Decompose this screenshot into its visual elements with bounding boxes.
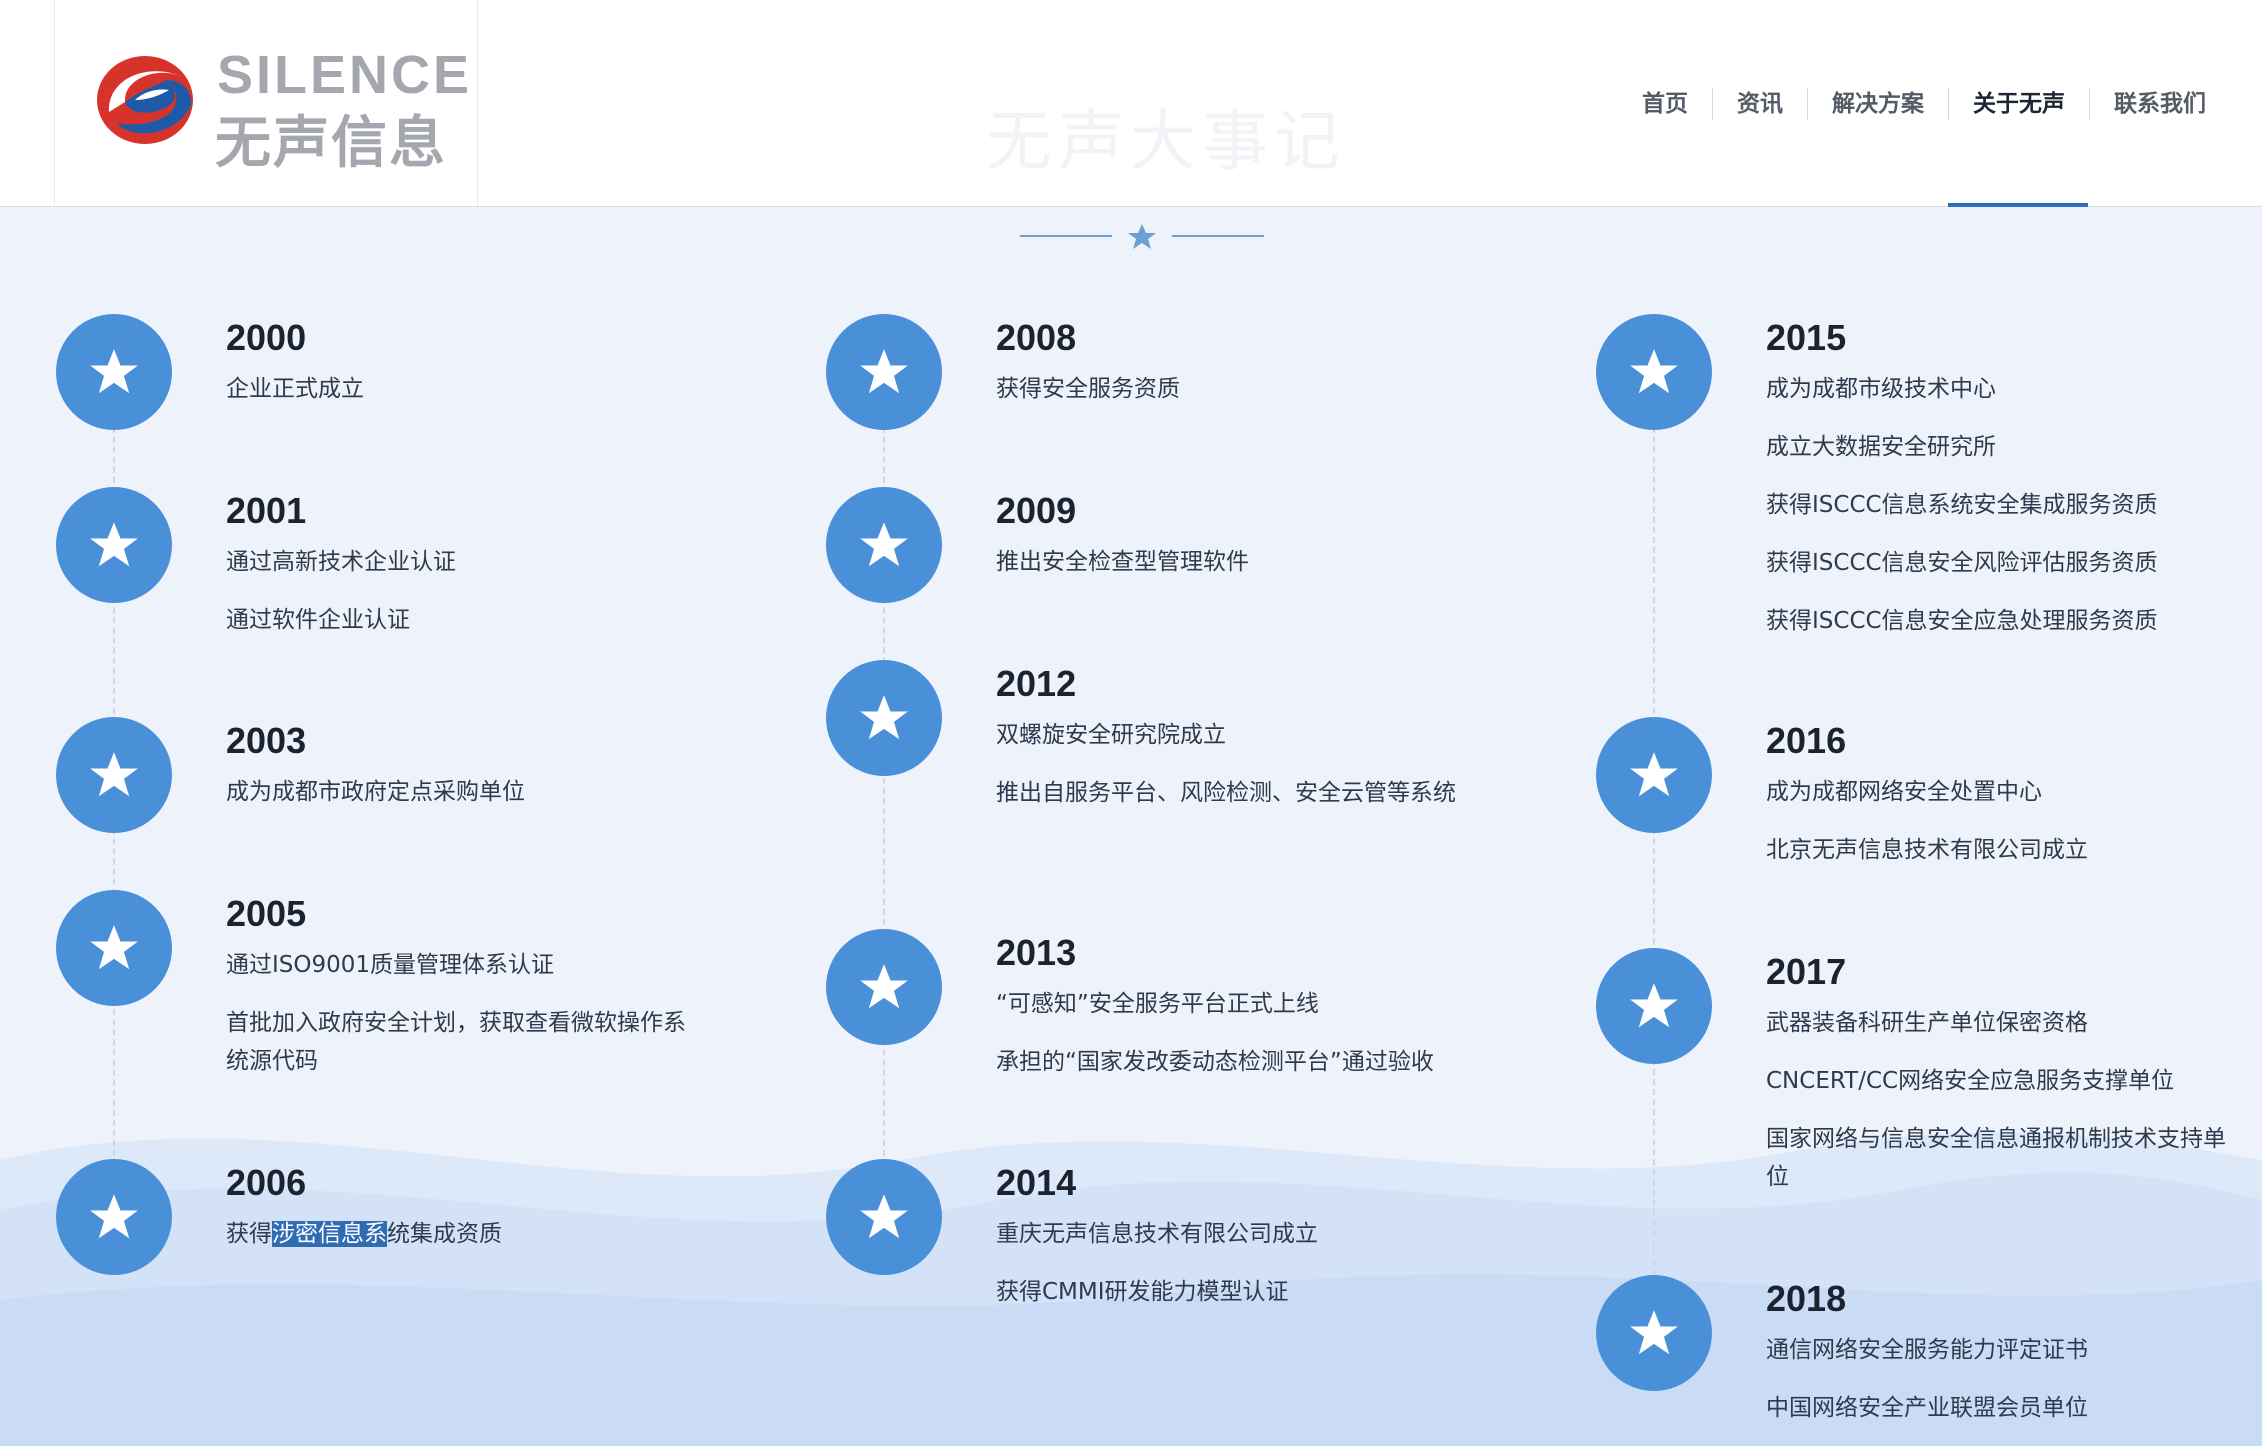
timeline-item: 成为成都市级技术中心: [1766, 376, 1996, 402]
timeline-item: 获得CMMI研发能力模型认证: [996, 1279, 1289, 1305]
star-icon: [860, 349, 908, 394]
timeline-item: 成立大数据安全研究所: [1766, 434, 1996, 460]
timeline-item: 获得安全服务资质: [996, 376, 1180, 402]
timeline-item: 双螺旋安全研究院成立: [996, 722, 1226, 748]
star-icon: [860, 522, 908, 567]
timeline-item: 北京无声信息技术有限公司成立: [1766, 837, 2088, 863]
year-label: 2014: [996, 1162, 1077, 1203]
year-label: 2012: [996, 663, 1077, 704]
year-label: 2003: [226, 720, 307, 761]
star-badge: [56, 890, 172, 1006]
year-label: 2015: [1766, 317, 1847, 358]
star-badge: [1596, 948, 1712, 1064]
star-badge: [826, 660, 942, 776]
star-icon: [860, 695, 908, 740]
star-icon: [860, 964, 908, 1009]
star-badge: [56, 314, 172, 430]
year-label: 2013: [996, 932, 1077, 973]
star-icon: [1630, 1310, 1678, 1355]
star-badge: [826, 314, 942, 430]
swirl-s-logo-icon: [97, 56, 193, 144]
nav-item-about[interactable]: 关于无声: [1949, 88, 2089, 120]
star-badge: [826, 1159, 942, 1275]
timeline-item: 武器装备科研生产单位保密资格: [1766, 1010, 2088, 1036]
text-before: 获得: [226, 1221, 272, 1247]
timeline-item: 推出安全检查型管理软件: [996, 549, 1249, 575]
year-label: 2005: [226, 893, 307, 934]
timeline-item: 通信网络安全服务能力评定证书: [1766, 1337, 2088, 1363]
star-icon: [1630, 349, 1678, 394]
selected-text: 涉密信息系: [272, 1221, 387, 1247]
page-title: 无声大事记: [986, 103, 1346, 180]
year-label: 2016: [1766, 720, 1847, 761]
nav-item-contact[interactable]: 联系我们: [2090, 88, 2230, 120]
timeline-item: 企业正式成立: [226, 376, 364, 402]
timeline-column-3: 2015 成为成都市级技术中心 成立大数据安全研究所 获得ISCCC信息系统安全…: [1596, 0, 2262, 1446]
year-label: 2008: [996, 317, 1077, 358]
nav-item-news[interactable]: 资讯: [1713, 88, 1807, 120]
logo-wordmark-cn: 无声信息: [215, 111, 447, 176]
logo[interactable]: SILENCE 无声信息: [54, 0, 478, 206]
timeline-item: 获得涉密信息系统集成资质: [226, 1215, 726, 1253]
text-after: 统集成资质: [387, 1221, 502, 1247]
timeline-item: 获得ISCCC信息安全应急处理服务资质: [1766, 608, 2158, 634]
timeline-item: 国家网络与信息安全信息通报机制技术支持单位: [1766, 1126, 2226, 1190]
timeline-item: 通过软件企业认证: [226, 607, 410, 633]
star-icon: [860, 1194, 908, 1239]
timeline-item: 通过ISO9001质量管理体系认证: [226, 952, 555, 978]
star-badge: [1596, 1275, 1712, 1391]
timeline-item: 中国网络安全产业联盟会员单位: [1766, 1395, 2088, 1421]
year-label: 2000: [226, 317, 307, 358]
page: SILENCE 无声信息 无声大事记 首页 资讯 解决方案 关于无声 联系我们 …: [0, 0, 2262, 1446]
star-icon: [90, 925, 138, 970]
main-nav: 首页 资讯 解决方案 关于无声 联系我们: [1618, 88, 2230, 120]
timeline-item: 重庆无声信息技术有限公司成立: [996, 1221, 1318, 1247]
year-label: 2006: [226, 1162, 307, 1203]
timeline-column-2: 2008 获得安全服务资质 2009 推出安全检查型管理软件 2012 双螺旋安…: [826, 0, 1586, 1446]
timeline-column-1: 2000 企业正式成立 2001 通过高新技术企业认证 通过软件企业认证 200…: [56, 0, 816, 1446]
timeline-item: “可感知”安全服务平台正式上线: [996, 991, 1319, 1017]
star-badge: [1596, 314, 1712, 430]
star-icon: [90, 522, 138, 567]
timeline-item: 通过高新技术企业认证: [226, 549, 456, 575]
site-header: SILENCE 无声信息 无声大事记 首页 资讯 解决方案 关于无声 联系我们: [0, 0, 2262, 207]
star-badge: [826, 929, 942, 1045]
star-icon: [1630, 752, 1678, 797]
timeline-item: 成为成都网络安全处置中心: [1766, 779, 2042, 805]
timeline-item: 承担的“国家发改委动态检测平台”通过验收: [996, 1049, 1434, 1075]
nav-item-solutions[interactable]: 解决方案: [1808, 88, 1948, 120]
nav-item-home[interactable]: 首页: [1618, 88, 1712, 120]
star-badge: [826, 487, 942, 603]
star-icon: [90, 349, 138, 394]
timeline-item: 获得ISCCC信息安全风险评估服务资质: [1766, 550, 2158, 576]
year-label: 2017: [1766, 951, 1847, 992]
year-label: 2018: [1766, 1278, 1847, 1319]
timeline-item: 首批加入政府安全计划，获取查看微软操作系统源代码: [226, 1010, 686, 1074]
star-icon: [90, 752, 138, 797]
star-badge: [56, 487, 172, 603]
timeline-item: 推出自服务平台、风险检测、安全云管等系统: [996, 780, 1456, 806]
logo-wordmark-en: SILENCE: [217, 45, 473, 105]
star-icon: [90, 1194, 138, 1239]
star-badge: [1596, 717, 1712, 833]
nav-active-indicator: [1948, 203, 2088, 207]
timeline-item: 获得ISCCC信息系统安全集成服务资质: [1766, 492, 2158, 518]
star-badge: [56, 717, 172, 833]
timeline-item: 成为成都市政府定点采购单位: [226, 779, 525, 805]
star-icon: [1630, 983, 1678, 1028]
timeline-item: CNCERT/CC网络安全应急服务支撑单位: [1766, 1068, 2175, 1094]
year-label: 2001: [226, 490, 307, 531]
year-label: 2009: [996, 490, 1077, 531]
star-badge: [56, 1159, 172, 1275]
